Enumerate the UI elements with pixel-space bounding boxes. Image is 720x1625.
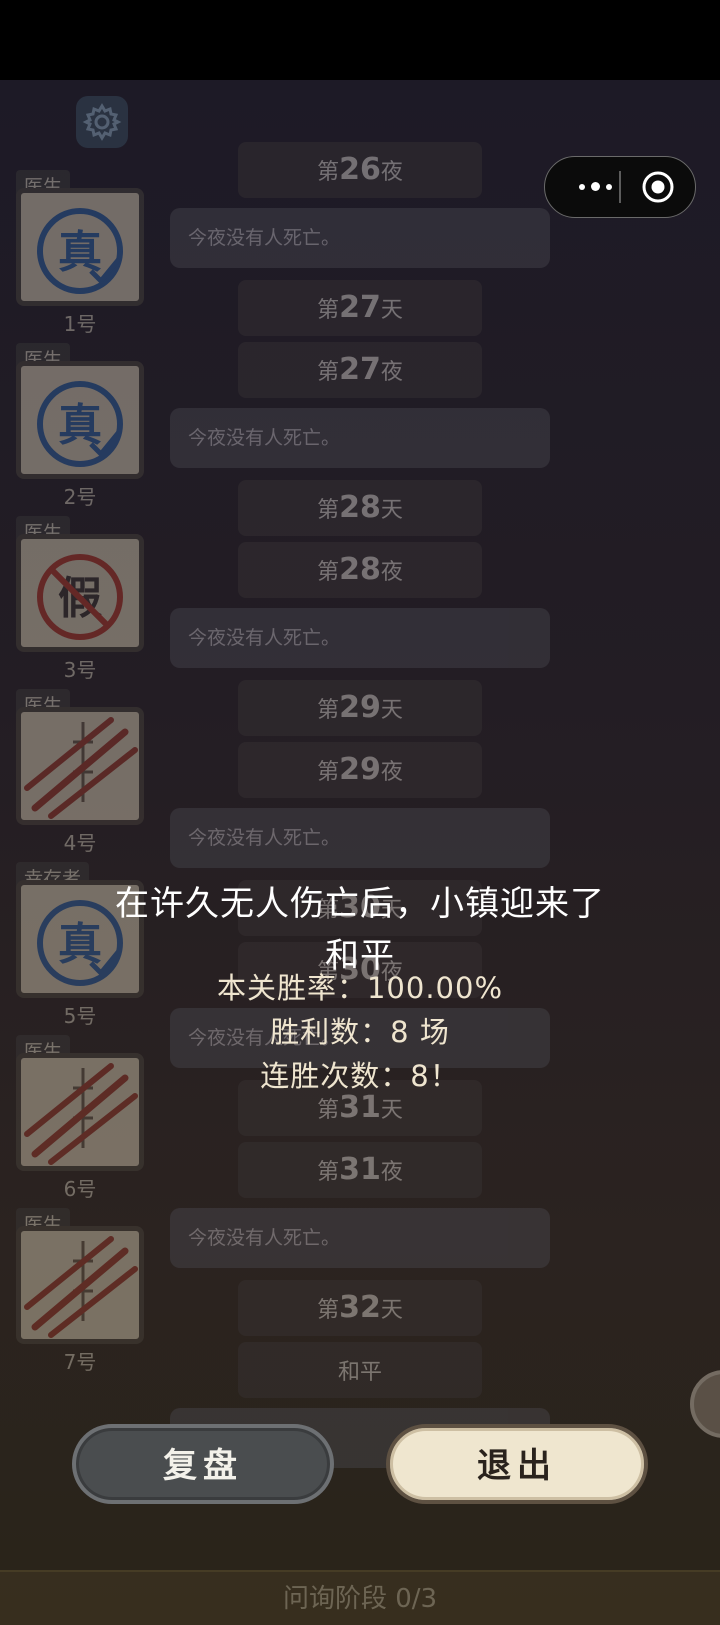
- log-head-number: 31: [339, 1152, 381, 1187]
- log-head-number: 31: [339, 1090, 381, 1125]
- svg-text:真: 真: [58, 400, 102, 451]
- win-count: 胜利数：8 场: [270, 1015, 450, 1049]
- log-day-header: 第27夜: [238, 342, 482, 398]
- log-head-prefix: 第: [317, 698, 340, 723]
- log-head-number: 29: [339, 690, 381, 725]
- log-head-number: 26: [339, 152, 381, 187]
- log-head-number: 28: [339, 552, 381, 587]
- log-head-prefix: 第: [317, 360, 340, 385]
- log-head-suffix: 天: [380, 498, 403, 523]
- player-avatar: 真: [16, 188, 144, 306]
- log-head-suffix: 夜: [380, 360, 403, 385]
- review-button[interactable]: 复盘: [72, 1424, 334, 1504]
- log-day-header: 和平: [238, 1342, 482, 1398]
- player-card[interactable]: 医生 7号: [8, 1208, 146, 1374]
- log-entry: 今夜没有人死亡。: [170, 1208, 550, 1268]
- log-day-header: 第26夜: [238, 142, 482, 198]
- fake-stamp-icon: 假: [37, 554, 123, 640]
- log-day-header: 第29夜: [238, 742, 482, 798]
- log-head-suffix: 夜: [380, 760, 403, 785]
- log-head-prefix: 第: [317, 298, 340, 323]
- log-head-suffix: 夜: [380, 560, 403, 585]
- log-head-prefix: 第: [317, 1298, 340, 1323]
- player-avatar: [16, 1226, 144, 1344]
- log-entry: 今夜没有人死亡。: [170, 208, 550, 268]
- result-title-line1: 在许久无人伤亡后，小镇迎来了: [115, 884, 605, 924]
- player-card[interactable]: 医生 4号: [8, 689, 146, 855]
- log-day-header: 第27天: [238, 280, 482, 336]
- log-head-suffix: 天: [380, 298, 403, 323]
- exit-button[interactable]: 退出: [386, 1424, 648, 1504]
- log-head-suffix: 和平: [337, 1360, 382, 1385]
- player-number: 4号: [63, 831, 97, 855]
- log-day-header: 第31夜: [238, 1142, 482, 1198]
- player-avatar: 假: [16, 534, 144, 652]
- log-head-suffix: 夜: [380, 1160, 403, 1185]
- side-float-button[interactable]: [690, 1370, 720, 1438]
- game-screen: 医生真1号医生真2号医生假3号医生4号幸存者真5号医生6号医生7号 第26夜今夜…: [0, 80, 720, 1625]
- log-head-number: 27: [339, 290, 381, 325]
- log-head-prefix: 第: [317, 560, 340, 585]
- target-circle-icon[interactable]: [641, 170, 675, 204]
- log-head-suffix: 夜: [380, 160, 403, 185]
- svg-text:真: 真: [58, 227, 102, 278]
- miniprogram-capsule: [544, 156, 696, 218]
- log-entry: 今夜没有人死亡。: [170, 808, 550, 868]
- claw-scratch-icon: [24, 1236, 138, 1338]
- log-head-suffix: 天: [380, 1298, 403, 1323]
- true-stamp-icon: 真: [37, 381, 123, 467]
- player-number: 3号: [63, 658, 97, 682]
- player-card[interactable]: 医生真 2号: [8, 343, 146, 509]
- player-number: 1号: [63, 312, 97, 336]
- log-day-header: 第28夜: [238, 542, 482, 598]
- log-head-number: 29: [339, 752, 381, 787]
- player-number: 6号: [63, 1177, 97, 1201]
- player-avatar: 真: [16, 361, 144, 479]
- log-head-suffix: 天: [380, 698, 403, 723]
- log-day-header: 第29天: [238, 680, 482, 736]
- log-entry: 今夜没有人死亡。: [170, 608, 550, 668]
- log-head-number: 28: [339, 490, 381, 525]
- win-rate: 本关胜率：100.00%: [216, 971, 504, 1005]
- log-entry: 今夜没有人死亡。: [170, 408, 550, 468]
- player-avatar: [16, 707, 144, 825]
- log-head-prefix: 第: [317, 1098, 340, 1123]
- status-bar: [0, 0, 720, 80]
- player-number: 2号: [63, 485, 97, 509]
- more-dots-icon[interactable]: [565, 157, 625, 216]
- player-card[interactable]: 医生假3号: [8, 516, 146, 682]
- win-streak: 连胜次数：8！: [260, 1059, 460, 1093]
- log-day-header: 第28天: [238, 480, 482, 536]
- log-head-prefix: 第: [317, 498, 340, 523]
- game-background-layer: 医生真1号医生真2号医生假3号医生4号幸存者真5号医生6号医生7号 第26夜今夜…: [0, 80, 720, 1625]
- log-head-number: 27: [339, 352, 381, 387]
- player-number: 7号: [63, 1350, 97, 1374]
- log-head-prefix: 第: [317, 160, 340, 185]
- capsule-divider: [619, 171, 621, 203]
- log-head-suffix: 天: [380, 1098, 403, 1123]
- player-card[interactable]: 医生真 1号: [8, 170, 146, 336]
- phase-bar: 问询阶段 0/3: [0, 1570, 720, 1625]
- log-head-prefix: 第: [317, 760, 340, 785]
- true-stamp-icon: 真: [37, 208, 123, 294]
- log-head-number: 32: [339, 1290, 381, 1325]
- log-head-prefix: 第: [317, 1160, 340, 1185]
- gear-icon[interactable]: [76, 96, 128, 148]
- claw-scratch-icon: [24, 717, 138, 819]
- log-day-header: 第32天: [238, 1280, 482, 1336]
